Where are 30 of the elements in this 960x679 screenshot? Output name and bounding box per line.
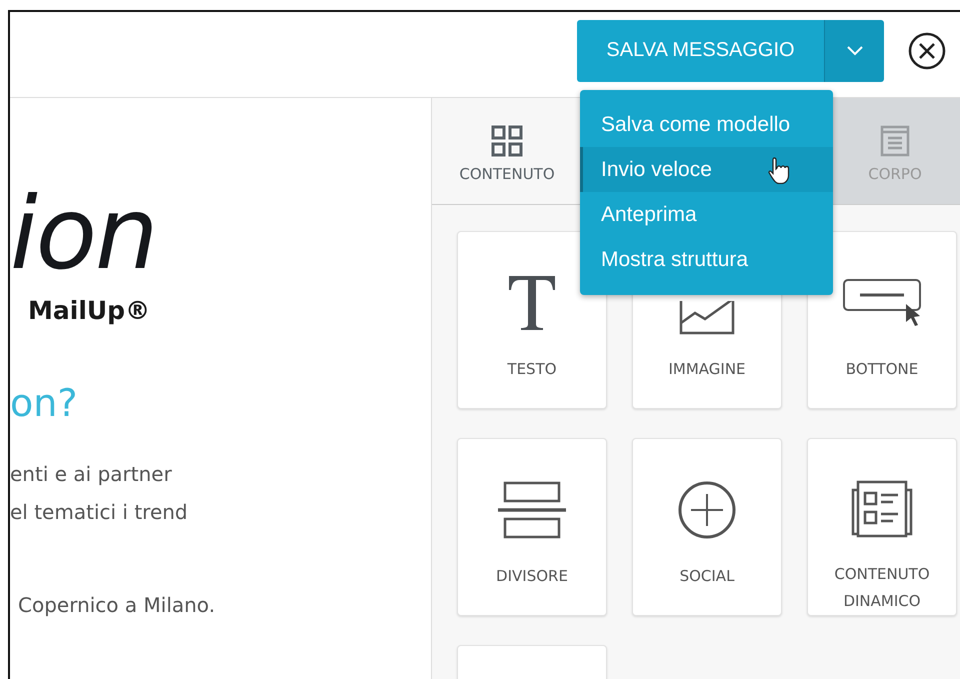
content-block-card[interactable]: DIVISORE bbox=[457, 438, 607, 616]
block-label: SOCIAL bbox=[678, 566, 736, 587]
block-label: BOTTONE bbox=[844, 359, 920, 380]
panel-tab[interactable]: CONTENUTO bbox=[432, 98, 582, 204]
block-label: DIVISORE bbox=[495, 566, 569, 587]
block-label: IMMAGINE bbox=[667, 359, 747, 380]
logo-word: ion bbox=[10, 184, 156, 284]
paragraph-line: el tematici i trend bbox=[10, 499, 188, 526]
picture-icon bbox=[679, 301, 735, 335]
divider-icon bbox=[496, 481, 568, 539]
letter-t-icon bbox=[507, 274, 557, 332]
heading: on? bbox=[10, 381, 78, 425]
button-cursor-icon bbox=[842, 278, 922, 328]
content-block-card[interactable]: CONTENUTO DINAMICO bbox=[807, 438, 957, 616]
grid-icon bbox=[491, 125, 523, 157]
menu-item[interactable]: Invio veloce bbox=[580, 147, 833, 192]
content-block-card[interactable]: BOTTONE bbox=[807, 231, 957, 409]
hand-cursor-icon bbox=[768, 156, 790, 184]
content-block-card[interactable]: SOCIAL bbox=[632, 438, 782, 616]
caret-icon bbox=[846, 46, 862, 56]
block-label: CONTENUTO DINAMICO bbox=[833, 564, 931, 612]
newspaper-icon bbox=[850, 480, 914, 538]
plus-circle-icon bbox=[677, 480, 737, 540]
logo-brand: MailUp® bbox=[28, 296, 150, 325]
paragraph-text: Copernico a Milano. bbox=[18, 593, 216, 617]
dropdown-toggle-button[interactable] bbox=[824, 20, 884, 82]
block-label: TESTO bbox=[506, 359, 558, 380]
close-icon[interactable] bbox=[908, 32, 946, 70]
paragraph-line: enti e ai partner bbox=[10, 461, 172, 488]
page-icon bbox=[879, 125, 911, 157]
